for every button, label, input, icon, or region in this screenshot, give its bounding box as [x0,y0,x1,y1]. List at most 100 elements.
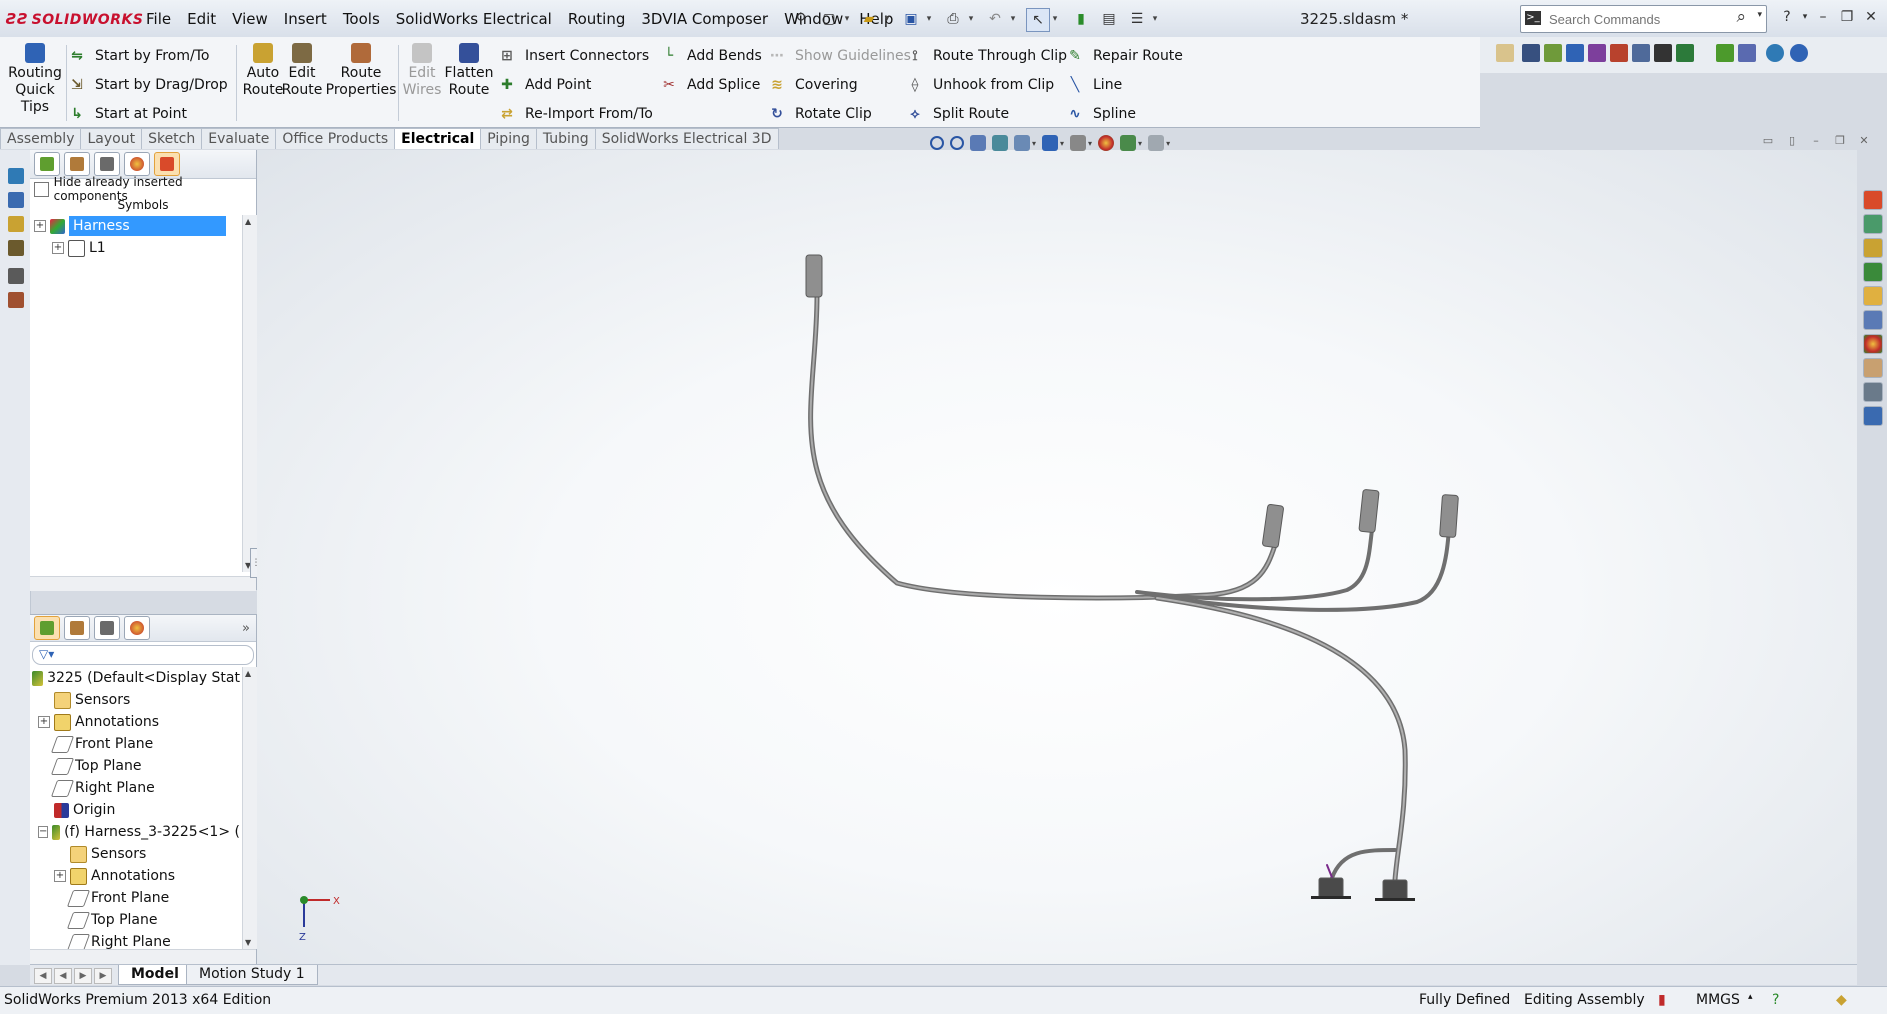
resources-icon[interactable] [1863,214,1883,234]
connector-branch-1[interactable] [1262,503,1284,549]
toolbar-icon[interactable] [1566,44,1584,62]
start-at-point-button[interactable]: ↳ Start at Point [68,103,228,125]
menu-file[interactable]: File [138,6,179,32]
first-tab-icon[interactable]: ◀ [34,968,52,984]
property-manager-tab[interactable] [64,616,90,640]
app-logo[interactable]: ƧƧ SOLIDWORKS [6,8,143,30]
view-orientation-icon[interactable] [1014,135,1030,151]
harness-icon[interactable] [8,240,24,256]
apply-scene-icon[interactable] [1120,135,1137,151]
file-explorer-icon[interactable] [1863,286,1883,306]
scroll-down-icon[interactable]: ▼ [245,938,251,947]
home-icon[interactable] [1863,238,1883,258]
options-dropdown-icon[interactable]: ▾ [1150,8,1160,30]
viewport-restore-icon[interactable]: ❐ [1832,134,1848,148]
view-settings-icon[interactable] [1148,135,1165,151]
toolbar-icon[interactable] [1610,44,1628,62]
appearances-icon[interactable] [1863,334,1883,354]
harness-wire-branch-2[interactable] [1135,528,1374,602]
hide-show-items-icon[interactable] [1070,135,1087,151]
toolbar-icon[interactable] [1654,44,1672,62]
configuration-manager-tab[interactable] [94,152,120,176]
view-palette-icon[interactable] [1863,310,1883,330]
tree-item[interactable]: +Origin [32,799,240,821]
save-dropdown-icon[interactable]: ▾ [924,8,934,30]
electrical-task-icon[interactable] [1863,190,1883,210]
search-input[interactable] [1547,9,1731,29]
hide-inserted-checkbox-row[interactable]: Hide already inserted components [32,175,254,203]
toolbar-icon[interactable] [1766,44,1784,62]
tile-vertical-icon[interactable]: ▯ [1784,134,1800,148]
route-properties-button[interactable]: Route Properties [326,39,396,99]
tree-vertical-scrollbar[interactable]: ▲ ▼ [242,667,257,949]
harness-wire-down[interactable] [1154,595,1408,883]
restore-icon[interactable]: ❐ [1836,6,1858,28]
tree-item-harness[interactable]: + Harness [34,215,226,237]
select-cursor-icon[interactable]: ↖ [1026,8,1050,32]
toolbar-icon[interactable] [1544,44,1562,62]
viewport-minimize-icon[interactable]: – [1808,134,1824,148]
new-document-icon[interactable]: ▢ [818,8,840,30]
viewport-close-icon[interactable]: ✕ [1856,134,1872,148]
tree-item[interactable]: +Sensors [32,843,240,865]
menu-view[interactable]: View [224,6,276,32]
tab-office-products[interactable]: Office Products [275,128,396,149]
symbols-horizontal-scrollbar[interactable] [30,576,256,591]
new-dropdown-icon[interactable]: ▾ [842,8,852,30]
wire-icon[interactable] [8,268,24,284]
tab-assembly[interactable]: Assembly [0,128,82,149]
tab-model[interactable]: Model [118,965,192,985]
graphics-area[interactable]: X Z [257,150,1857,965]
terminal-left[interactable] [1318,877,1344,899]
edit-appearance-icon[interactable] [1098,135,1115,151]
harness-wire-main[interactable] [808,292,1278,601]
harness-wire-fork[interactable] [1330,848,1397,880]
connector-top[interactable] [805,254,823,298]
menu-tools[interactable]: Tools [335,6,388,32]
edit-route-button[interactable]: Edit Route [280,39,324,99]
expand-icon[interactable]: + [34,220,46,232]
custom-properties-icon[interactable] [1863,358,1883,378]
tree-item[interactable]: +Sensors [32,689,240,711]
tab-motion-study-1[interactable]: Motion Study 1 [186,965,318,985]
tab-tubing[interactable]: Tubing [535,128,596,149]
expand-icon[interactable]: + [54,870,66,882]
dropdown-icon[interactable]: ▾ [1032,139,1036,148]
zoom-to-area-icon[interactable] [950,136,964,150]
tab-piping[interactable]: Piping [480,128,537,149]
display-style-icon[interactable] [1042,135,1059,151]
unit-system[interactable]: MMGS [1696,992,1740,1008]
toolbar-icon[interactable] [1632,44,1650,62]
display-manager-tab[interactable] [124,616,150,640]
open-folder-icon[interactable]: ▰ [858,8,880,30]
tile-horizontal-icon[interactable]: ▭ [1760,134,1776,148]
menu-3dvia-composer[interactable]: 3DVIA Composer [633,6,776,32]
terminal-right[interactable] [1382,879,1408,901]
rebuild-icon[interactable]: ▮ [1070,8,1092,30]
open-dropdown-icon[interactable]: ▾ [882,8,892,30]
display-manager-tab[interactable] [124,152,150,176]
routing-quick-tips-button[interactable]: Routing Quick Tips [8,39,62,116]
covering-button[interactable]: ≋ Covering [768,74,911,96]
expand-icon[interactable]: + [52,242,64,254]
pin-icon[interactable]: ⚲ [790,8,812,30]
forum-icon[interactable] [1863,406,1883,426]
start-by-from-to-button[interactable]: ⇋ Start by From/To [68,45,228,67]
tree-item[interactable]: +Top Plane [32,909,240,931]
collapse-icon[interactable]: − [38,826,49,838]
feature-manager-tab[interactable] [34,616,60,640]
tab-electrical[interactable]: Electrical [394,128,482,149]
tree-item[interactable]: +Top Plane [32,755,240,777]
tag-icon[interactable]: ◆ [1836,992,1847,1008]
rotate-clip-button[interactable]: ↻ Rotate Clip [768,103,911,125]
section-view-icon[interactable] [992,135,1008,151]
scroll-up-icon[interactable]: ▲ [245,217,251,226]
print-dropdown-icon[interactable]: ▾ [966,8,976,30]
save-icon[interactable]: ▣ [900,8,922,30]
dropdown-icon[interactable]: ▾ [1166,139,1170,148]
toolbar-icon[interactable] [1738,44,1756,62]
options-icon[interactable]: ☰ [1126,8,1148,30]
dropdown-icon[interactable]: ▾ [1138,139,1142,148]
feature-manager-tab[interactable] [34,152,60,176]
toolbar-icon[interactable] [1676,44,1694,62]
